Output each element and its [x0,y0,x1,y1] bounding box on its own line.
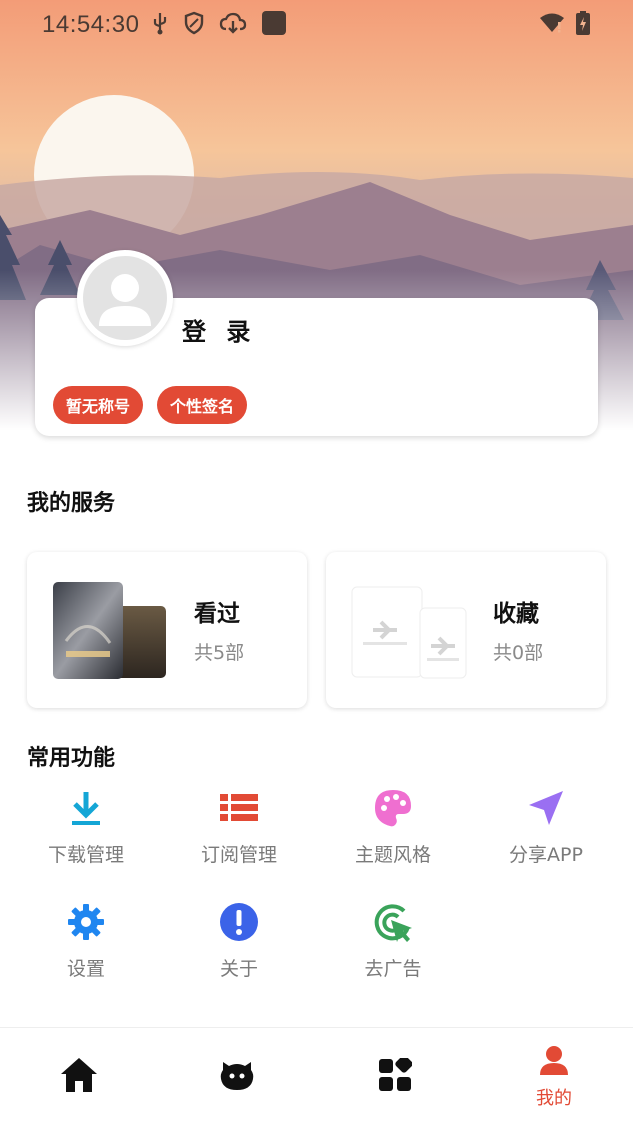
nav-mine[interactable]: 我的 [475,1028,633,1125]
download-icon [9,786,163,830]
default-user-icon [83,256,167,340]
user-icon [538,1044,570,1080]
battery-icon [575,10,591,40]
apps-icon [378,1055,413,1096]
theme-style-label: 主题风格 [354,844,431,866]
favorites-title: 收藏 [493,601,539,627]
status-bar: 14:54:30 [0,0,633,50]
cursor-click-icon [316,900,470,944]
avatar[interactable] [77,250,173,346]
favorites-card[interactable]: 收藏 共0部 [326,552,606,708]
theme-style-button[interactable]: 主题风格 [316,786,470,867]
nav-home[interactable] [0,1028,158,1125]
download-manage-button[interactable]: 下载管理 [9,786,163,867]
app-square-icon [261,10,287,40]
status-time: 14:54:30 [42,11,140,38]
functions-section-title: 常用功能 [27,746,116,771]
signature-badge[interactable]: 个性签名 [157,386,248,424]
palette-icon [316,786,470,830]
subscription-manage-button[interactable]: 订阅管理 [162,786,316,867]
home-icon [59,1056,99,1098]
wifi-icon [539,12,565,38]
remove-ads-button[interactable]: 去广告 [316,900,470,981]
cloud-download-icon [219,11,247,39]
send-icon [469,786,623,830]
settings-button[interactable]: 设置 [9,900,163,981]
share-app-label: 分享APP [509,844,583,866]
list-icon [162,786,316,830]
remove-ads-label: 去广告 [364,958,422,980]
info-icon [162,900,316,944]
gear-icon [9,900,163,944]
nav-categories[interactable] [316,1028,474,1125]
login-link[interactable]: 登 录 [182,312,256,347]
nav-mine-label: 我的 [536,1088,572,1109]
about-label: 关于 [219,958,258,980]
services-section-title: 我的服务 [27,491,116,516]
share-app-button[interactable]: 分享APP [469,786,623,867]
settings-label: 设置 [66,958,105,980]
nav-discover[interactable] [158,1028,316,1125]
favorites-count: 共0部 [493,642,544,664]
empty-poster-placeholders [351,586,467,686]
watched-title: 看过 [194,601,240,627]
shield-icon [183,11,205,39]
watched-poster-thumbnails [52,581,168,685]
title-badge[interactable]: 暂无称号 [53,386,144,424]
watched-count: 共5部 [194,642,245,664]
subscription-manage-label: 订阅管理 [200,844,277,866]
bottom-navigation: 我的 [0,1027,633,1125]
download-manage-label: 下载管理 [47,844,124,866]
watched-card[interactable]: 看过 共5部 [27,552,307,708]
mascot-icon [219,1058,255,1096]
about-button[interactable]: 关于 [162,900,316,981]
usb-icon [151,11,169,39]
